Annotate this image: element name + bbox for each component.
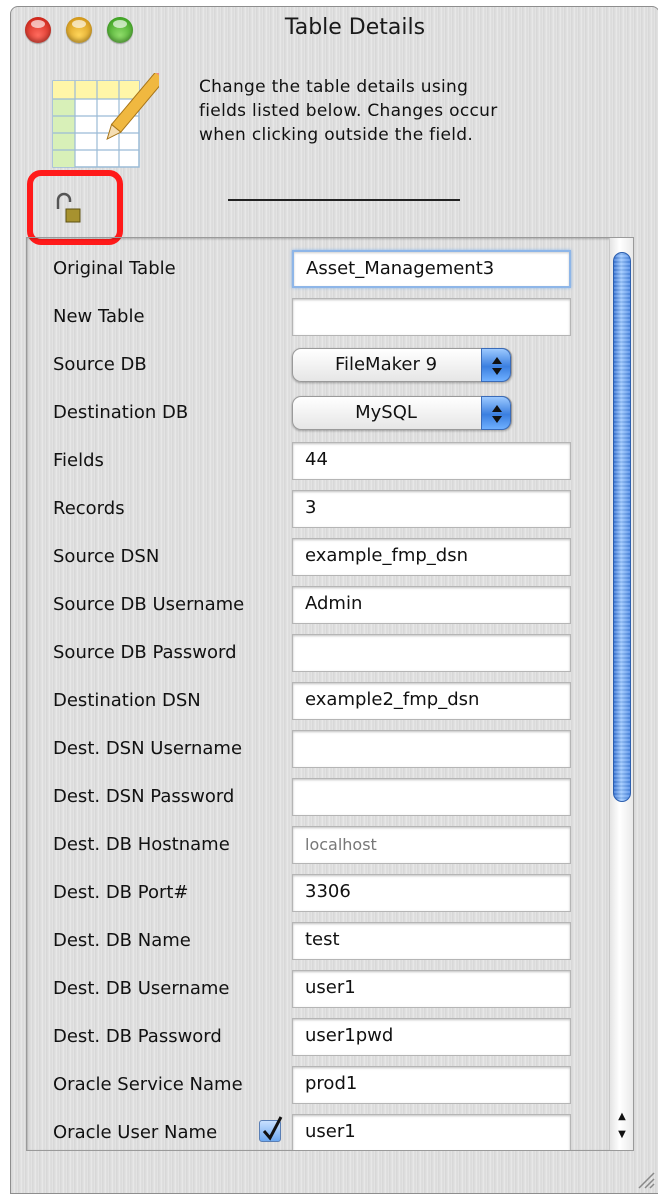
field-label: Original Table	[53, 258, 176, 279]
field-label: Dest. DB Password	[53, 1026, 222, 1047]
form-row-dest-db-hostname: Dest. DB Hostname localhost	[27, 822, 607, 870]
field-label: New Table	[53, 306, 145, 327]
form-row-dest-db-name: Dest. DB Name test	[27, 918, 607, 966]
form-row-oracle-service-name: Oracle Service Name prod1	[27, 1062, 607, 1110]
scrollbar-thumb[interactable]	[613, 252, 631, 802]
field-label: Source DB	[53, 354, 147, 375]
form-row-dest-db-password: Dest. DB Password user1pwd	[27, 1014, 607, 1062]
table-details-window: Table Details Change the table details u…	[10, 6, 658, 1194]
vertical-scrollbar[interactable]: ▲ ▼	[609, 238, 633, 1150]
fields-field[interactable]: 44	[292, 442, 571, 480]
select-value: FileMaker 9	[334, 354, 438, 375]
field-label: Dest. DB Hostname	[53, 834, 230, 855]
form-row-source-db: Source DB FileMaker 9	[27, 342, 607, 390]
title-bar[interactable]: Table Details	[11, 7, 658, 49]
dest-db-name-field[interactable]: test	[292, 922, 571, 960]
field-label: Dest. DSN Password	[53, 786, 235, 807]
form-row-source-db-username: Source DB Username Admin	[27, 582, 607, 630]
form-row-source-dsn: Source DSN example_fmp_dsn	[27, 534, 607, 582]
instructions-text: Change the table details using fields li…	[199, 77, 498, 145]
form-row-fields: Fields 44	[27, 438, 607, 486]
source-db-password-field[interactable]	[292, 634, 571, 672]
dest-db-password-field[interactable]: user1pwd	[292, 1018, 571, 1056]
field-label: Dest. DSN Username	[53, 738, 243, 759]
destination-db-select[interactable]: MySQL	[292, 396, 512, 430]
dest-db-port-field[interactable]: 3306	[292, 874, 571, 912]
new-table-field[interactable]	[292, 298, 571, 336]
form-row-original-table: Original Table Asset_Management3	[27, 246, 607, 294]
scroll-down-arrow-icon[interactable]: ▼	[614, 1128, 630, 1142]
form-row-destination-db: Destination DB MySQL	[27, 390, 607, 438]
form-row-oracle-user-name: Oracle User Name user1	[27, 1110, 607, 1150]
unlocked-padlock-icon[interactable]	[53, 191, 83, 225]
oracle-service-name-field[interactable]: prod1	[292, 1066, 571, 1104]
form-row-dest-db-username: Dest. DB Username user1	[27, 966, 607, 1014]
dest-db-username-field[interactable]: user1	[292, 970, 571, 1008]
scroll-up-arrow-icon[interactable]: ▲	[614, 1110, 630, 1124]
form-row-new-table: New Table	[27, 294, 607, 342]
field-label: Fields	[53, 450, 104, 471]
form-row-dest-dsn-password: Dest. DSN Password	[27, 774, 607, 822]
table-details-form: ▲ ▼ Original Table Asset_Management3 New T…	[26, 237, 634, 1151]
form-row-dest-dsn-username: Dest. DSN Username	[27, 726, 607, 774]
oracle-user-name-field[interactable]: user1	[292, 1114, 571, 1150]
updown-arrows-icon	[481, 396, 511, 430]
destination-dsn-field[interactable]: example2_fmp_dsn	[292, 682, 571, 720]
source-db-username-field[interactable]: Admin	[292, 586, 571, 624]
divider	[228, 199, 460, 201]
original-table-field[interactable]: Asset_Management3	[292, 250, 571, 288]
field-label: Destination DB	[53, 402, 189, 423]
field-label: Dest. DB Username	[53, 978, 230, 999]
field-label: Oracle Service Name	[53, 1074, 243, 1095]
form-row-source-db-password: Source DB Password	[27, 630, 607, 678]
field-label: Destination DSN	[53, 690, 201, 711]
select-value: MySQL	[355, 402, 417, 423]
dest-dsn-username-field[interactable]	[292, 730, 571, 768]
field-label: Oracle User Name	[53, 1122, 218, 1143]
source-dsn-field[interactable]: example_fmp_dsn	[292, 538, 571, 576]
field-label: Source DSN	[53, 546, 160, 567]
form-row-dest-db-port: Dest. DB Port# 3306	[27, 870, 607, 918]
window-title: Table Details	[284, 15, 426, 40]
records-field[interactable]: 3	[292, 490, 571, 528]
dest-dsn-password-field[interactable]	[292, 778, 571, 816]
form-row-records: Records 3	[27, 486, 607, 534]
form-row-destination-dsn: Destination DSN example2_fmp_dsn	[27, 678, 607, 726]
field-label: Dest. DB Name	[53, 930, 191, 951]
field-label: Source DB Password	[53, 642, 237, 663]
table-edit-icon	[52, 73, 159, 168]
field-label: Records	[53, 498, 125, 519]
updown-arrows-icon	[481, 348, 511, 382]
oracle-user-checkbox[interactable]	[259, 1116, 283, 1142]
dest-db-hostname-field[interactable]: localhost	[292, 826, 571, 864]
field-label: Source DB Username	[53, 594, 245, 615]
resize-grip-icon[interactable]	[633, 1167, 655, 1189]
field-label: Dest. DB Port#	[53, 882, 189, 903]
source-db-select[interactable]: FileMaker 9	[292, 348, 512, 382]
